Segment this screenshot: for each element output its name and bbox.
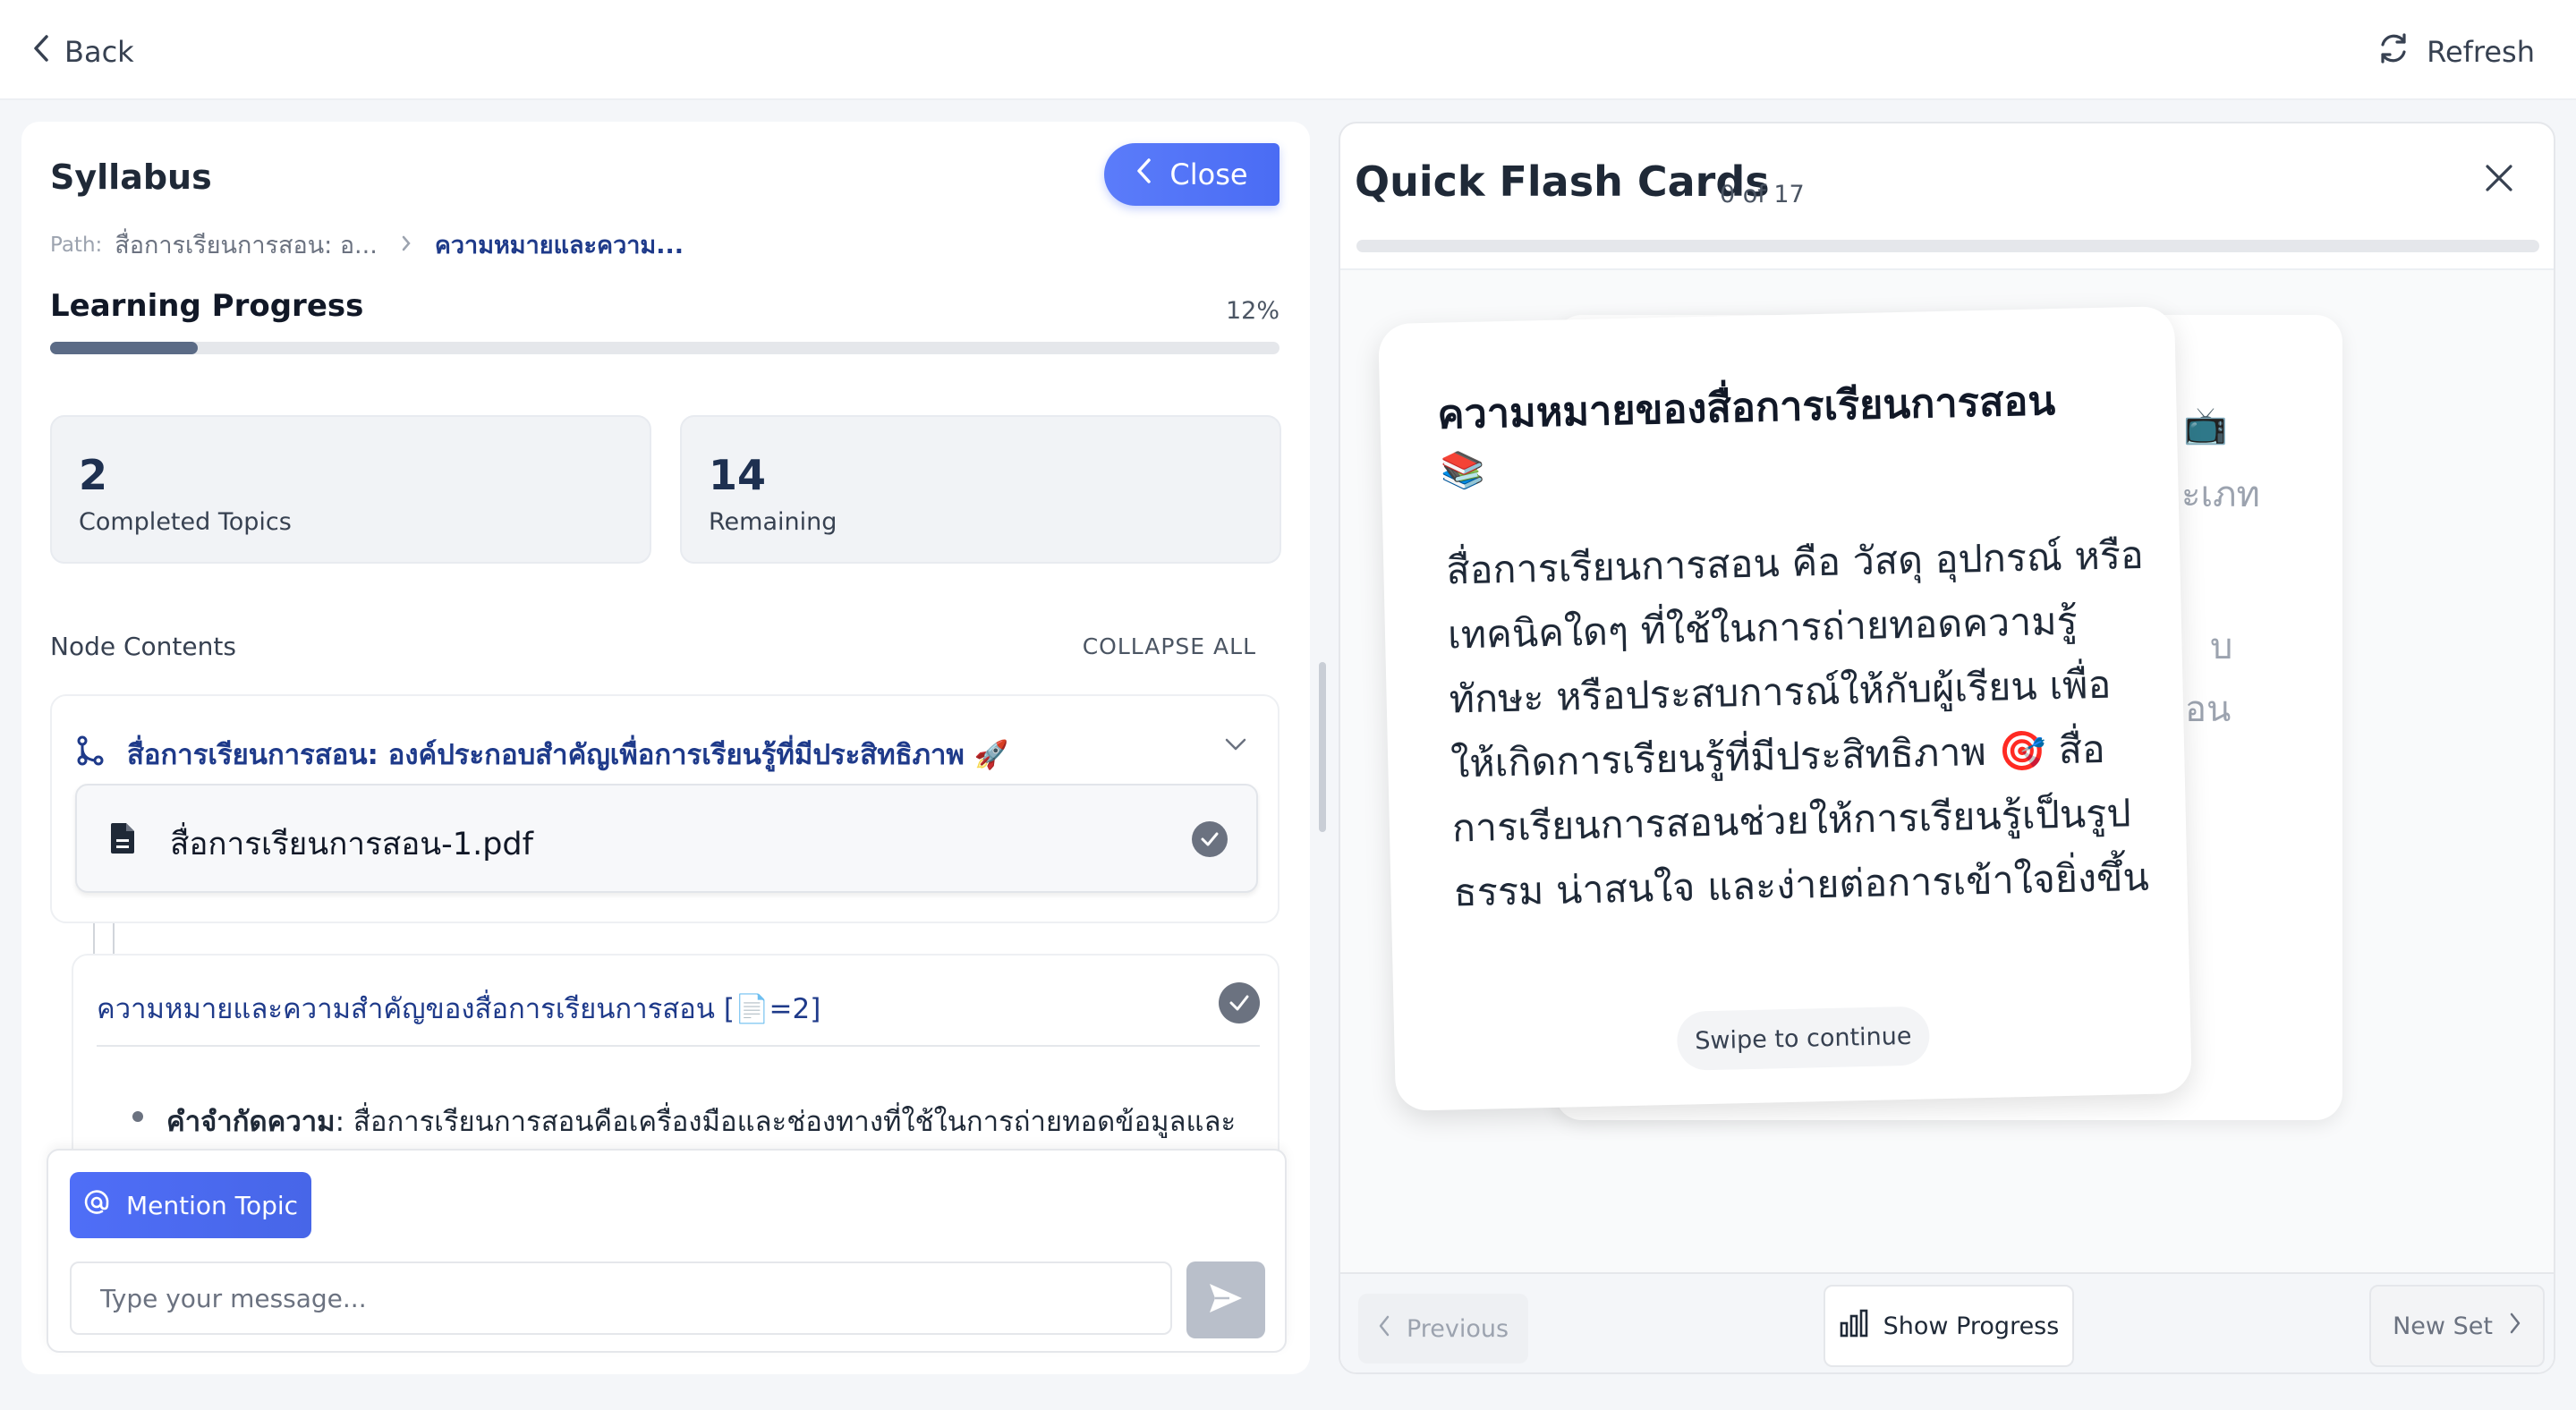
pdf-file-name: สื่อการเรียนการสอน-1.pdf bbox=[170, 827, 533, 862]
show-progress-label: Show Progress bbox=[1883, 1312, 2060, 1340]
previous-label: Previous bbox=[1406, 1314, 1509, 1343]
close-label: Close bbox=[1169, 157, 1248, 191]
remaining-count: 14 bbox=[709, 451, 767, 499]
node-contents-title: Node Contents bbox=[50, 632, 236, 661]
syllabus-title: Syllabus bbox=[50, 157, 212, 197]
close-icon[interactable] bbox=[2484, 163, 2514, 197]
bullet-icon bbox=[132, 1111, 143, 1122]
chat-composer: Mention Topic bbox=[47, 1149, 1287, 1353]
path-label: Path: bbox=[50, 233, 103, 257]
mention-topic-button[interactable]: Mention Topic bbox=[70, 1172, 311, 1238]
chevron-left-icon bbox=[1135, 157, 1152, 191]
chevron-left-icon bbox=[32, 34, 50, 70]
books-emoji-icon: 📚 bbox=[1440, 449, 1486, 492]
learning-progress-bar bbox=[50, 342, 1279, 354]
pdf-file-item[interactable]: สื่อการเรียนการสอน-1.pdf bbox=[75, 784, 1258, 893]
syllabus-panel: Syllabus Close Path: สื่อการเรียนการสอน:… bbox=[21, 122, 1310, 1374]
chevron-right-icon bbox=[2509, 1312, 2521, 1341]
topic-title[interactable]: ความหมายและความสำคัญของสื่อการเรียนการสอ… bbox=[97, 986, 820, 1031]
remaining-label: Remaining bbox=[709, 508, 837, 536]
back-button[interactable]: Back bbox=[32, 30, 134, 73]
back-card-text: บ bbox=[2210, 626, 2233, 667]
node-header[interactable]: สื่อการเรียนการสอน: องค์ประกอบสำคัญเพื่อ… bbox=[75, 732, 1008, 777]
tree-connector bbox=[113, 923, 115, 956]
swipe-hint: Swipe to continue bbox=[1676, 1006, 1931, 1071]
new-set-button[interactable]: New Set bbox=[2369, 1285, 2545, 1367]
send-button[interactable] bbox=[1186, 1261, 1265, 1338]
flashcards-counter: 0 of 17 bbox=[1720, 181, 1805, 208]
back-card-text: ะเภท bbox=[2181, 474, 2260, 515]
show-progress-button[interactable]: Show Progress bbox=[1824, 1285, 2074, 1367]
refresh-button[interactable]: Refresh bbox=[2376, 30, 2535, 73]
chevron-down-icon[interactable] bbox=[1224, 737, 1247, 755]
completed-count: 2 bbox=[79, 451, 108, 499]
node-header-label: สื่อการเรียนการสอน: องค์ประกอบสำคัญเพื่อ… bbox=[127, 739, 1009, 771]
breadcrumb: Path: สื่อการเรียนการสอน: อ... ความหมายแ… bbox=[50, 225, 684, 264]
chevron-right-icon bbox=[390, 231, 422, 259]
completed-topics-card: 2 Completed Topics bbox=[50, 415, 651, 564]
back-card-emoji: 📺 bbox=[2183, 405, 2228, 446]
mention-topic-label: Mention Topic bbox=[125, 1190, 299, 1220]
close-button[interactable]: Close bbox=[1104, 143, 1279, 206]
breadcrumb-item[interactable]: สื่อการเรียนการสอน: อ... bbox=[115, 225, 378, 264]
divider bbox=[97, 1045, 1260, 1047]
flashcard-title: ความหมายของสื่อการเรียนการสอน bbox=[1436, 377, 2056, 438]
new-set-label: New Set bbox=[2393, 1312, 2493, 1340]
previous-button[interactable]: Previous bbox=[1358, 1294, 1528, 1363]
flashcards-panel: Quick Flash Cards 0 of 17 📺 ะเภท บ อน คว… bbox=[1339, 122, 2555, 1374]
back-label: Back bbox=[64, 35, 134, 69]
bullet-text: คำจำกัดความ: สื่อการเรียนการสอนคือเครื่อ… bbox=[166, 1099, 1236, 1143]
flashcards-title: Quick Flash Cards bbox=[1355, 157, 1770, 206]
document-icon bbox=[109, 821, 136, 859]
back-card-text: อน bbox=[2185, 689, 2232, 730]
top-bar: Back Refresh bbox=[0, 0, 2576, 100]
flashcard-body: สื่อการเรียนการสอน คือ วัสดุ อุปกรณ์ หรื… bbox=[1445, 532, 2150, 916]
flashcards-progress-bar bbox=[1356, 240, 2539, 252]
message-input[interactable] bbox=[70, 1261, 1172, 1335]
flashcards-footer: Previous Show Progress New Set bbox=[1340, 1272, 2554, 1372]
remaining-topics-card: 14 Remaining bbox=[680, 415, 1281, 564]
send-icon bbox=[1208, 1282, 1244, 1318]
bullet-description: : สื่อการเรียนการสอนคือเครื่องมือและช่อง… bbox=[335, 1106, 1237, 1138]
at-sign-icon bbox=[83, 1189, 110, 1222]
collapse-all-button[interactable]: COLLAPSE ALL bbox=[1083, 633, 1256, 659]
learning-progress-title: Learning Progress bbox=[50, 288, 364, 324]
bar-chart-icon bbox=[1839, 1309, 1869, 1344]
completed-check-icon bbox=[1192, 821, 1228, 857]
refresh-label: Refresh bbox=[2427, 35, 2535, 69]
chevron-left-icon bbox=[1378, 1314, 1390, 1344]
refresh-icon bbox=[2376, 31, 2410, 72]
bullet-term: คำจำกัดความ bbox=[166, 1106, 336, 1138]
branch-icon bbox=[75, 735, 106, 773]
flashcard-stage: 📺 ะเภท บ อน ความหมายของสื่อการเรียนการสอ… bbox=[1340, 270, 2554, 1272]
breadcrumb-current[interactable]: ความหมายและความ... bbox=[435, 225, 684, 264]
node-section: สื่อการเรียนการสอน: องค์ประกอบสำคัญเพื่อ… bbox=[50, 694, 1279, 923]
flashcard-current[interactable]: ความหมายของสื่อการเรียนการสอน 📚 สื่อการเ… bbox=[1378, 306, 2192, 1111]
completed-label: Completed Topics bbox=[79, 508, 292, 536]
completed-check-icon bbox=[1219, 982, 1260, 1024]
scrollbar[interactable] bbox=[1319, 662, 1326, 832]
learning-progress-percent: 12% bbox=[1225, 297, 1279, 325]
tree-connector bbox=[93, 923, 95, 956]
learning-progress-fill bbox=[50, 342, 198, 354]
